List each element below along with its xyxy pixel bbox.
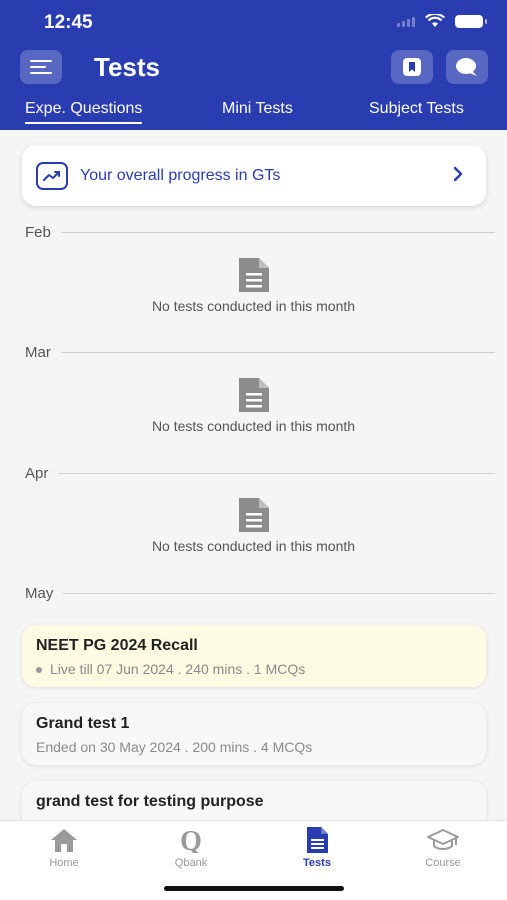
test-card-neet-pg-2024-recall[interactable]: NEET PG 2024 Recall Live till 07 Jun 202…	[22, 625, 486, 687]
tab-mini-tests[interactable]: Mini Tests	[222, 100, 293, 118]
app-header: 12:45 Tests Expe. Questions Mini Tests S…	[0, 0, 507, 130]
month-divider	[60, 351, 495, 353]
document-icon	[238, 258, 269, 292]
test-title: NEET PG 2024 Recall	[36, 637, 198, 654]
home-icon	[51, 829, 77, 852]
home-indicator	[164, 886, 344, 891]
month-header-may: May	[25, 583, 495, 603]
test-title: grand test for testing purpose	[36, 793, 264, 810]
live-dot-icon	[36, 667, 42, 674]
svg-text:Q: Q	[180, 827, 202, 853]
month-header-feb: Feb	[25, 222, 495, 242]
course-icon	[427, 829, 459, 850]
month-label: Apr	[25, 464, 49, 482]
test-meta: Ended on 30 May 2024 . 200 mins . 4 MCQs	[36, 739, 313, 755]
bookmark-button[interactable]	[391, 50, 433, 84]
battery-icon	[455, 14, 487, 28]
chat-button[interactable]	[446, 50, 488, 84]
progress-card-label: Your overall progress in GTs	[80, 166, 281, 184]
month-header-mar: Mar	[25, 342, 495, 362]
nav-label: Qbank	[174, 857, 208, 869]
tab-expe-questions[interactable]: Expe. Questions	[25, 100, 143, 124]
overall-progress-card[interactable]: Your overall progress in GTs	[22, 145, 486, 206]
nav-item-home[interactable]: Home	[19, 827, 109, 869]
menu-icon	[30, 60, 52, 74]
nav-item-course[interactable]: Course	[398, 827, 488, 869]
document-icon	[238, 378, 269, 412]
nav-label: Course	[425, 857, 461, 869]
tab-subject-tests[interactable]: Subject Tests	[369, 100, 464, 118]
chevron-right-icon	[453, 166, 463, 182]
test-card-grand-test-1[interactable]: Grand test 1 Ended on 30 May 2024 . 200 …	[22, 703, 486, 765]
month-divider	[63, 592, 495, 594]
status-time: 12:45	[44, 12, 93, 33]
signal-icon	[397, 15, 415, 27]
test-meta: Live till 07 Jun 2024 . 240 mins . 1 MCQ…	[36, 661, 472, 677]
empty-state-mar: No tests conducted in this month	[0, 376, 507, 434]
menu-button[interactable]	[20, 50, 62, 84]
empty-state-apr: No tests conducted in this month	[0, 496, 507, 554]
month-label: May	[25, 584, 54, 602]
nav-item-qbank[interactable]: Q Qbank	[146, 827, 236, 869]
empty-state-text: No tests conducted in this month	[151, 298, 356, 314]
chat-icon	[456, 58, 477, 76]
empty-state-feb: No tests conducted in this month	[0, 256, 507, 314]
nav-label: Tests	[303, 857, 331, 869]
document-icon	[238, 498, 269, 532]
month-label: Feb	[25, 223, 51, 241]
nav-label: Home	[49, 857, 79, 869]
tab-bar: Expe. Questions Mini Tests Subject Tests	[0, 96, 507, 130]
tests-icon	[307, 827, 328, 853]
page-title: Tests	[94, 52, 160, 82]
month-divider	[60, 231, 495, 233]
status-icons	[397, 14, 487, 28]
qbank-icon: Q	[180, 827, 202, 853]
trend-icon	[36, 161, 68, 190]
wifi-icon	[425, 14, 445, 27]
month-divider	[58, 472, 495, 474]
empty-state-text: No tests conducted in this month	[151, 538, 356, 554]
nav-item-tests[interactable]: Tests	[272, 827, 362, 869]
month-label: Mar	[25, 343, 51, 361]
empty-state-text: No tests conducted in this month	[151, 418, 356, 434]
bookmark-icon	[403, 58, 421, 76]
test-meta-text: Live till 07 Jun 2024 . 240 mins . 1 MCQ…	[50, 661, 306, 677]
test-title: Grand test 1	[36, 715, 130, 732]
month-header-apr: Apr	[25, 463, 495, 483]
